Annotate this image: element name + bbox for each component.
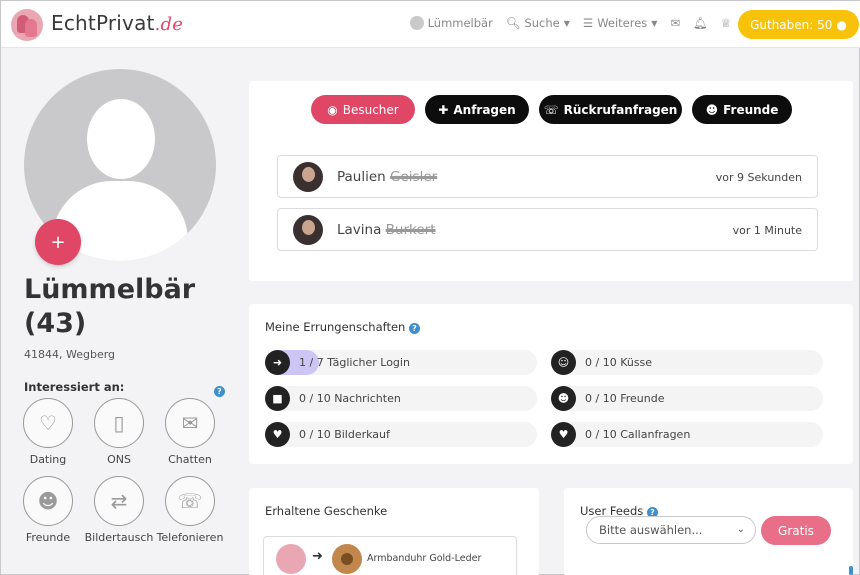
heart-icon: ♥: [551, 422, 576, 447]
chevron-down-icon: ▼: [651, 18, 658, 28]
chevron-down-icon: ▼: [563, 18, 570, 28]
arrow-right-icon: ➜: [265, 350, 290, 375]
interest-telefonieren[interactable]: ☏ Telefonieren: [155, 476, 225, 544]
users-icon: ☻: [551, 386, 576, 411]
interest-ons[interactable]: ▯ ONS: [84, 398, 154, 466]
achievement-item: ■ 0 / 10 Nachrichten: [265, 386, 537, 411]
photo-exchange-icon: ⇄: [94, 476, 144, 526]
interest-chatten[interactable]: ✉ Chatten: [155, 398, 225, 466]
users-icon: ☻: [705, 102, 719, 117]
nav-more[interactable]: ☰ Weiteres ▼: [583, 16, 658, 30]
chat-bubble-icon: ✉: [165, 398, 215, 448]
achievement-item: ♥ 0 / 10 Bilderkauf: [265, 422, 537, 447]
profile-location: 41844, Wegberg: [24, 348, 116, 361]
nav-user[interactable]: Lümmelbär: [409, 16, 493, 30]
tab-freunde[interactable]: ☻ Freunde: [692, 95, 792, 124]
logo-text[interactable]: EchtPrivat.de: [51, 11, 183, 35]
logo-icon[interactable]: [11, 9, 43, 41]
avatar: [293, 215, 323, 245]
achievement-item: ➜ 1 / 7 Täglicher Login: [265, 350, 537, 375]
tab-anfragen[interactable]: ✚ Anfragen: [425, 95, 529, 124]
nav-search[interactable]: 🔍︎ Suche ▼: [506, 16, 570, 30]
heart-icon: ♥: [265, 422, 290, 447]
achievement-item: ♥ 0 / 10 Callanfragen: [551, 422, 823, 447]
gifts-title: Erhaltene Geschenke: [265, 504, 388, 518]
top-navbar: EchtPrivat.de Lümmelbär 🔍︎ Suche ▼ ☰ Weiter…: [1, 1, 860, 48]
user-feeds-card: User Feeds ? Bitte auswählen... ⌄ Gratis: [564, 488, 853, 575]
profile-name: Lümmelbär (43): [24, 274, 196, 339]
phone-icon: ☏: [165, 476, 215, 526]
search-icon: 🔍︎: [505, 16, 521, 30]
condom-icon: ▯: [94, 398, 144, 448]
user-plus-icon: ✚: [438, 102, 449, 117]
scrollbar[interactable]: [849, 566, 853, 575]
achievement-item: ☺ 0 / 10 Küsse: [551, 350, 823, 375]
user-avatar-icon: [409, 16, 424, 30]
crown-icon[interactable]: ♕: [721, 16, 731, 30]
achievements-card: Meine Errungenschaften ? ➜ 1 / 7 Täglich…: [249, 304, 853, 464]
interest-title: Interessiert an:: [24, 380, 125, 394]
help-icon[interactable]: ?: [214, 386, 225, 397]
gratis-button[interactable]: Gratis: [761, 516, 831, 545]
watch-gift-icon: [332, 544, 362, 574]
message-icon: ■: [265, 386, 290, 411]
heart-pulse-icon: ♡: [23, 398, 73, 448]
interest-dating[interactable]: ♡ Dating: [13, 398, 83, 466]
visit-time: vor 1 Minute: [732, 224, 802, 237]
visit-time: vor 9 Sekunden: [715, 171, 802, 184]
visitor-card: ◉ Besucher ✚ Anfragen ☏ Rückrufanfragen ☻ Fr…: [249, 81, 853, 281]
bell-icon[interactable]: 🔔︎: [693, 16, 708, 30]
credit-button[interactable]: Guthaben: 50 ●: [738, 10, 859, 39]
gift-item[interactable]: ➜ Armbanduhr Gold-Leder: [263, 536, 517, 575]
visitor-row[interactable]: Paulien Geisler vor 9 Sekunden: [277, 155, 818, 198]
sender-avatar: [276, 544, 306, 574]
tab-rueckrufanfragen[interactable]: ☏ Rückrufanfragen: [539, 95, 682, 124]
feed-select[interactable]: Bitte auswählen... ⌄: [586, 516, 756, 544]
list-icon: ☰: [582, 16, 594, 30]
add-photo-button[interactable]: +: [35, 219, 81, 265]
interest-bildertausch[interactable]: ⇄ Bildertausch: [84, 476, 154, 544]
interest-freunde[interactable]: ☻ Freunde: [13, 476, 83, 544]
help-icon[interactable]: ?: [409, 323, 420, 334]
group-icon: ☻: [23, 476, 73, 526]
avatar: [293, 162, 323, 192]
tab-besucher[interactable]: ◉ Besucher: [311, 95, 415, 124]
coins-icon: ●: [836, 17, 847, 32]
phone-icon: ☏: [543, 102, 559, 117]
chevron-down-icon: ⌄: [736, 524, 745, 535]
eye-icon: ◉: [327, 102, 338, 117]
kiss-icon: ☺: [551, 350, 576, 375]
achievements-title: Meine Errungenschaften ?: [265, 320, 420, 334]
achievement-item: ☻ 0 / 10 Freunde: [551, 386, 823, 411]
arrow-right-icon: ➜: [312, 549, 323, 564]
visitor-row[interactable]: Lavina Burkert vor 1 Minute: [277, 208, 818, 251]
gifts-card: Erhaltene Geschenke ➜ Armbanduhr Gold-Le…: [249, 488, 539, 575]
mail-icon[interactable]: ✉: [670, 16, 680, 30]
